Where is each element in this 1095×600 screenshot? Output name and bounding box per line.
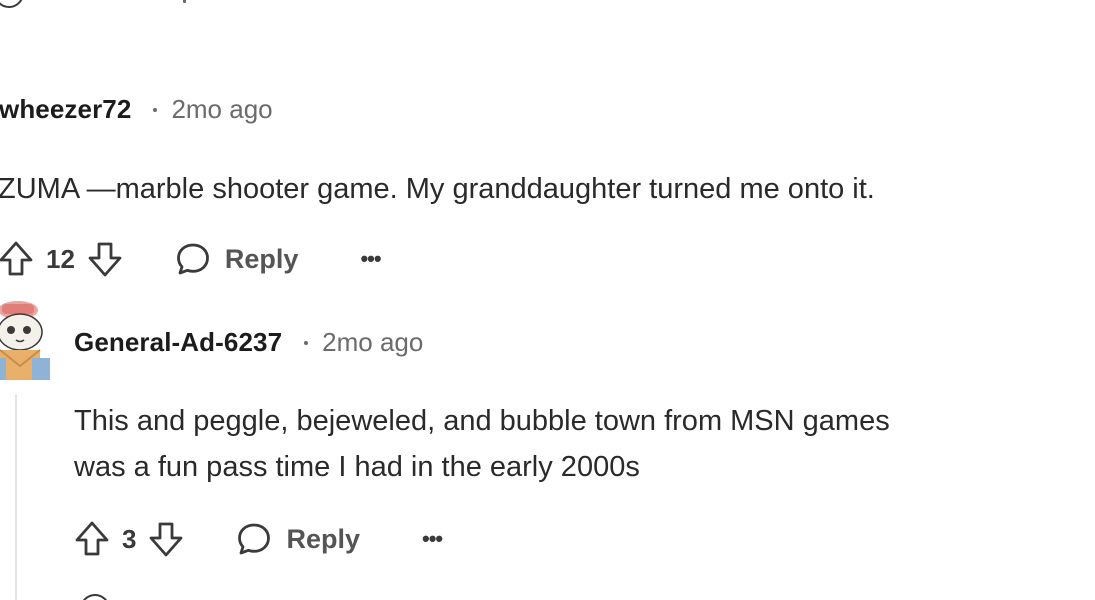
comment-action-bar: 12 Reply •••: [0, 240, 382, 278]
ellipsis-icon: •••: [360, 246, 381, 271]
comment-thread: wheezer72 2mo ago ZUMA —marble shooter g…: [0, 0, 1095, 600]
vote-count: 12: [46, 243, 75, 274]
comment-body-line: ZUMA —marble shooter game. My granddaugh…: [0, 173, 875, 205]
downvote-arrow-icon: [150, 522, 183, 557]
comment-author[interactable]: wheezer72: [0, 94, 131, 125]
reply-label: Reply: [224, 243, 299, 274]
downvote-button[interactable]: [148, 520, 184, 558]
comment-body: ZUMA —marble shooter game. My granddaugh…: [0, 166, 875, 212]
downvote-arrow-icon: [88, 242, 122, 277]
reply-button[interactable]: Reply: [175, 241, 299, 277]
separator-dot: [153, 107, 158, 112]
more-options-button[interactable]: •••: [422, 526, 443, 552]
reply-body: This and peggle, bejeweled, and bubble t…: [74, 398, 890, 490]
ellipsis-icon: •••: [422, 526, 443, 551]
avatar[interactable]: [0, 296, 50, 380]
more-options-button[interactable]: •••: [360, 246, 381, 272]
speech-bubble-icon: [177, 243, 209, 275]
comment-header: wheezer72 2mo ago: [0, 94, 273, 125]
reply-action-bar: 3 Reply •••: [74, 520, 443, 558]
comment-timestamp[interactable]: 2mo ago: [171, 94, 272, 125]
upvote-arrow-icon: [75, 521, 109, 556]
upvote-button[interactable]: [74, 520, 110, 558]
reply-body-line: This and peggle, bejeweled, and bubble t…: [74, 405, 890, 437]
upvote-arrow-icon: [0, 241, 33, 276]
reply-author[interactable]: General-Ad-6237: [74, 327, 282, 358]
vote-count: 3: [122, 523, 137, 554]
thread-line[interactable]: [15, 395, 17, 600]
reply-body-line: was a fun pass time I had in the early 2…: [74, 451, 640, 483]
reply-button[interactable]: Reply: [236, 521, 360, 557]
partial-tick-mark: [183, 0, 186, 3]
partial-reply-icon[interactable]: [0, 0, 24, 8]
reply-label: Reply: [286, 523, 360, 554]
speech-bubble-icon: [238, 523, 271, 555]
downvote-button[interactable]: [87, 240, 123, 278]
separator-dot: [304, 340, 309, 345]
cartoon-avatar-icon: [0, 301, 50, 380]
reply-timestamp[interactable]: 2mo ago: [322, 327, 423, 358]
partial-avatar-icon[interactable]: [80, 594, 110, 600]
reply-header: General-Ad-6237 2mo ago: [74, 327, 423, 358]
upvote-button[interactable]: [0, 240, 34, 278]
